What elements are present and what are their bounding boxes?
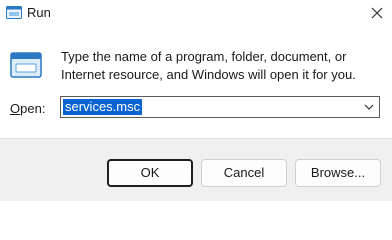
open-input-value[interactable]: services.msc [63, 99, 143, 115]
run-icon [10, 50, 44, 82]
open-label-text: pen: [20, 101, 46, 116]
open-label-accesskey: O [10, 101, 21, 116]
dialog-description: Type the name of a program, folder, docu… [61, 49, 356, 82]
run-icon [6, 6, 22, 20]
dialog-content: Type the name of a program, folder, docu… [0, 26, 392, 138]
open-label: Open: [10, 101, 45, 116]
close-icon[interactable] [368, 4, 386, 22]
chevron-down-icon[interactable] [363, 101, 375, 113]
window-title: Run [27, 5, 51, 20]
title-bar: Run [0, 0, 392, 26]
dialog-footer: OK Cancel Browse... [0, 138, 392, 201]
ok-button[interactable]: OK [107, 159, 193, 187]
cancel-button[interactable]: Cancel [201, 159, 287, 187]
browse-button[interactable]: Browse... [295, 159, 381, 187]
open-combobox[interactable]: services.msc [60, 96, 380, 118]
